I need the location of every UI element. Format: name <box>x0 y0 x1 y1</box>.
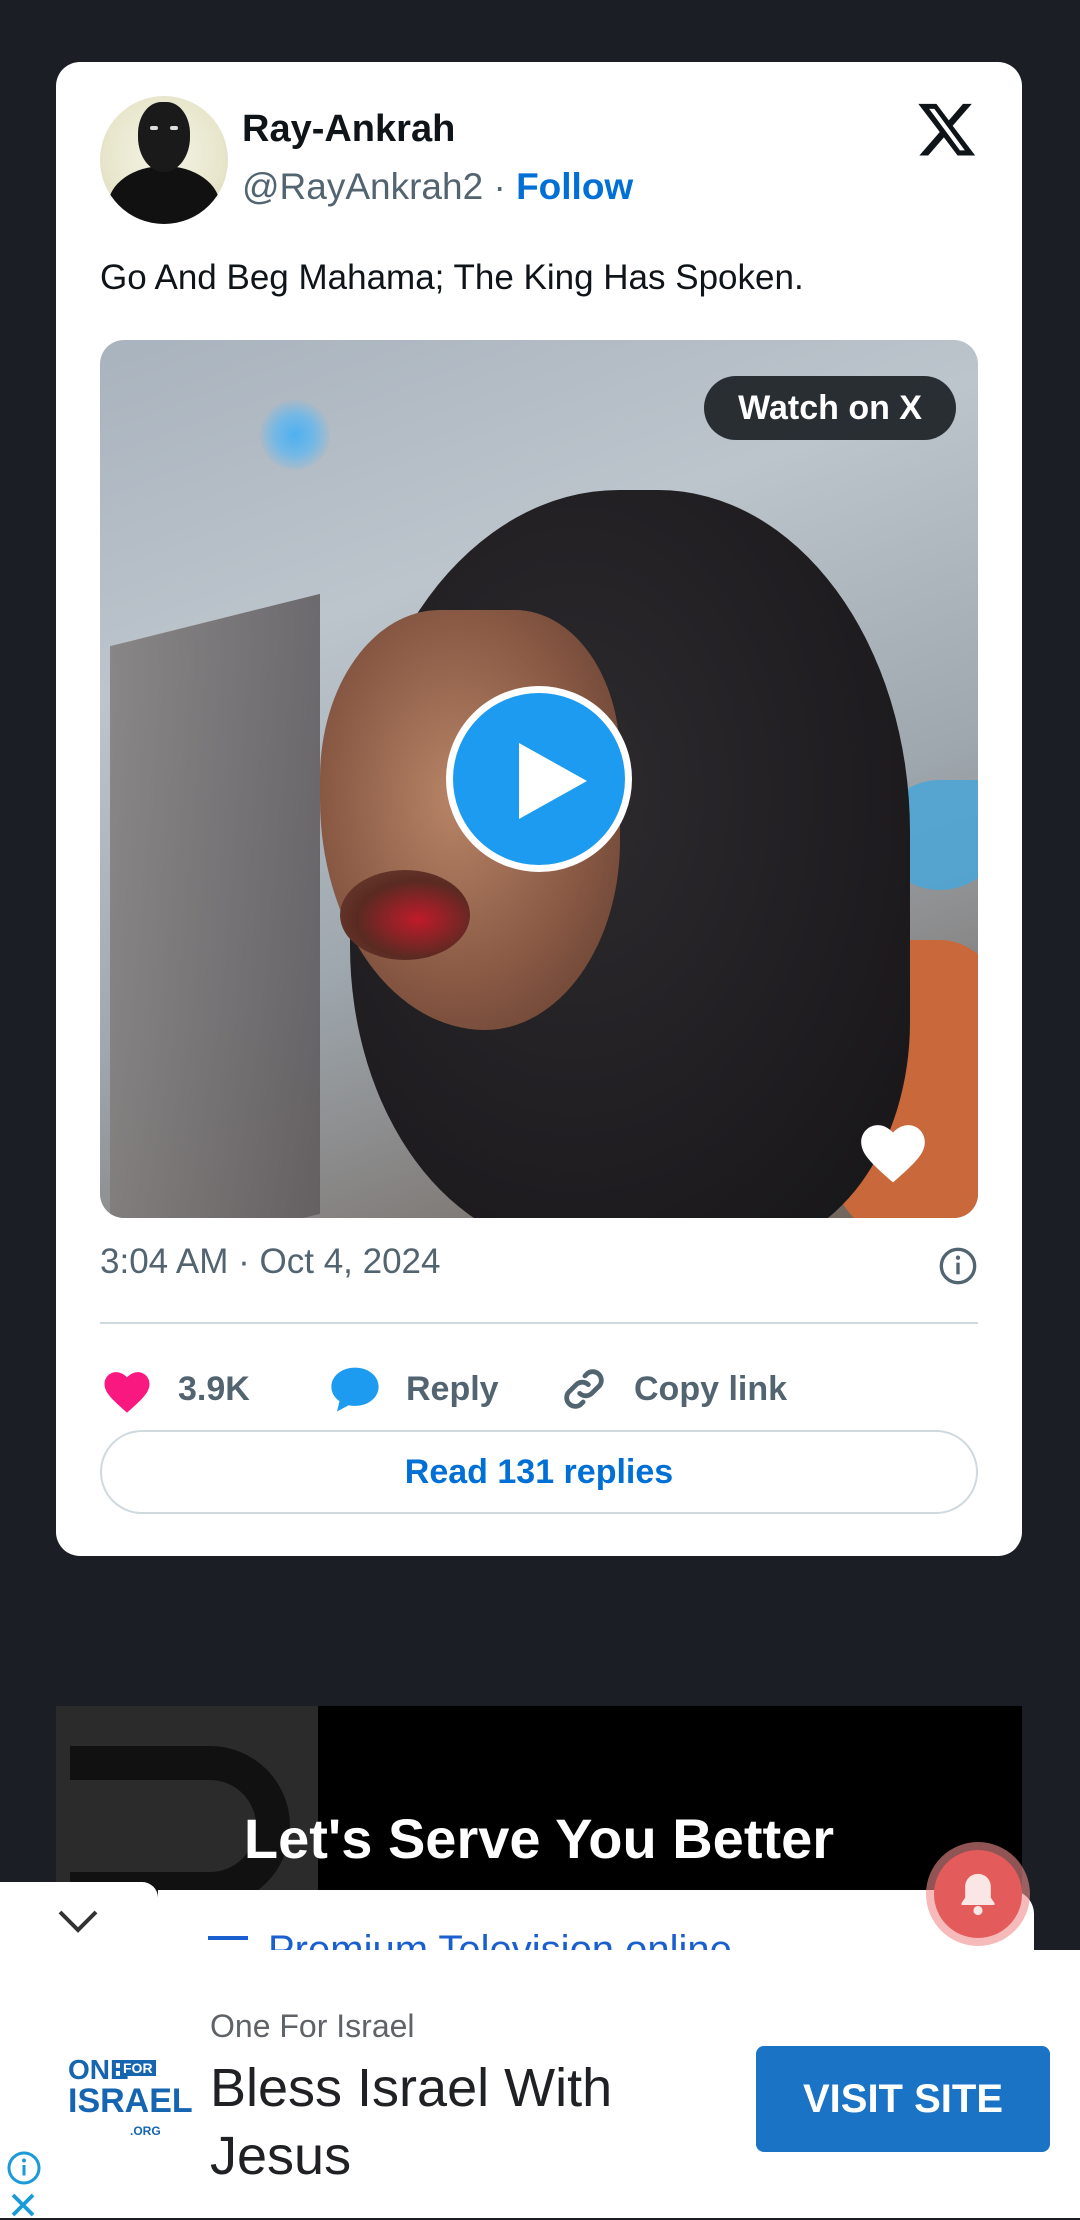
heart-icon <box>861 1125 925 1183</box>
ad-banner[interactable]: ONE FOR ISRAEL .ORG One For Israel Bless… <box>0 1950 1080 2218</box>
link-icon <box>564 1369 604 1409</box>
ad-brand: One For Israel <box>210 2008 415 2044</box>
tweet-text: Go And Beg Mahama; The King Has Spoken. <box>100 258 804 297</box>
play-icon <box>519 743 587 819</box>
info-icon[interactable] <box>938 1246 978 1286</box>
x-logo-icon[interactable] <box>916 98 978 160</box>
author-handle[interactable]: @RayAnkrah2 <box>242 166 483 207</box>
copy-link-button[interactable]: Copy link <box>558 1354 787 1424</box>
tweet-actions: 3.9K Reply Copy link <box>100 1354 978 1424</box>
ad-info-icon[interactable] <box>6 2150 42 2186</box>
reply-label: Reply <box>406 1369 499 1408</box>
follow-link[interactable]: Follow <box>516 166 633 207</box>
watch-on-x-button[interactable]: Watch on X <box>704 376 956 440</box>
like-button[interactable]: 3.9K <box>100 1354 250 1424</box>
like-count: 3.9K <box>178 1369 250 1408</box>
banner-title: Let's Serve You Better <box>243 1807 835 1870</box>
peek-bar[interactable]: Premium Television online <box>158 1890 1034 1950</box>
handle-row: @RayAnkrah2 · Follow <box>242 166 633 208</box>
copy-link-label: Copy link <box>634 1369 788 1408</box>
play-button[interactable] <box>446 686 632 872</box>
tweet-meta: 3:04 AM · Oct 4, 2024 <box>100 1242 978 1285</box>
tweet-card: Ray-Ankrah @RayAnkrah2 · Follow Go And B… <box>56 62 1022 1556</box>
bell-icon <box>961 1873 995 1916</box>
ad-logo: ONE FOR ISRAEL .ORG <box>68 2054 193 2138</box>
author-name[interactable]: Ray-Ankrah <box>242 108 455 151</box>
chevron-down-icon <box>58 1910 98 1933</box>
notification-bell-button[interactable] <box>934 1850 1022 1938</box>
divider <box>100 1322 978 1324</box>
reply-button[interactable]: Reply <box>328 1354 499 1424</box>
menu-icon <box>208 1936 248 1950</box>
heart-icon <box>104 1372 150 1413</box>
author-avatar[interactable] <box>100 96 228 224</box>
tweet-timestamp[interactable]: 3:04 AM · Oct 4, 2024 <box>100 1242 440 1281</box>
read-replies-button[interactable]: Read 131 replies <box>100 1430 978 1514</box>
video-thumbnail[interactable]: Watch on X <box>100 340 978 1218</box>
close-icon[interactable] <box>8 2190 38 2220</box>
promo-banner[interactable]: Let's Serve You Better <box>56 1706 1022 1890</box>
visit-site-button[interactable]: VISIT SITE <box>756 2046 1050 2152</box>
separator-dot: · <box>493 166 506 207</box>
ad-headline: Bless Israel With Jesus <box>210 2058 613 2186</box>
speech-bubble-icon <box>331 1367 379 1412</box>
peek-text: Premium Television online <box>268 1928 732 1950</box>
